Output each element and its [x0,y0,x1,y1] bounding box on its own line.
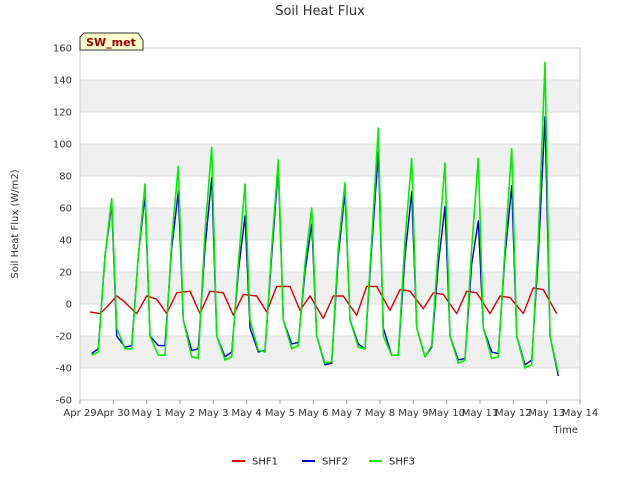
band-9 [80,80,580,112]
x-tick-label: May 5 [265,408,295,419]
x-tick-label: May 4 [232,408,262,419]
y-tick-label: 160 [53,44,72,55]
x-tick-label: May 2 [165,408,195,419]
legend: SHF1 SHF2 SHF3 [232,457,415,468]
y-tick-label: 100 [53,140,72,151]
x-tick-label: May 7 [332,408,362,419]
y-axis-label: Soil Heat Flux (W/m2) [10,169,21,278]
legend-label: SHF2 [322,457,348,468]
y-tick-label: -20 [56,332,72,343]
y-tick-label: 60 [59,204,72,215]
chart-title: Soil Heat Flux [275,4,365,19]
y-axis: -60 -40 -20 0 20 40 60 80 100 120 140 160 [53,44,72,407]
y-tick-label: 80 [59,172,72,183]
y-tick-label: -60 [56,396,72,407]
band-7 [80,144,580,176]
x-tick-label: Apr 29 [63,408,96,419]
legend-label: SHF1 [252,457,278,468]
x-tick-label: May 10 [428,408,465,419]
soil-heat-flux-chart: -60 -40 -20 0 20 40 60 80 100 120 140 160 Apr 29 Apr… [10,4,598,468]
legend-item-shf2: SHF2 [302,457,348,468]
y-tick-label: -40 [56,364,72,375]
y-tick-label: 140 [53,76,72,87]
legend-item-shf1: SHF1 [232,457,278,468]
x-tick-label: May 14 [562,408,599,419]
background-bands [80,80,580,368]
site-badge-label: SW_met [86,36,136,49]
x-tick-label: May 1 [132,408,162,419]
y-tick-label: 20 [59,268,72,279]
x-axis-label: Time [553,425,578,436]
site-badge: SW_met [79,32,144,51]
x-tick-label: May 6 [298,408,328,419]
y-tick-label: 0 [66,300,72,311]
legend-label: SHF3 [389,457,415,468]
x-axis: Apr 29 Apr 30 May 1 May 2 May 3 May 4 May 5 May… [63,400,598,419]
y-tick-label: 40 [59,236,72,247]
x-tick-label: May 8 [365,408,395,419]
x-tick-label: May 13 [528,408,565,419]
band-5 [80,208,580,240]
legend-item-shf3: SHF3 [369,457,415,468]
x-tick-label: May 12 [495,408,532,419]
y-tick-label: 120 [53,108,72,119]
x-tick-label: May 11 [462,408,499,419]
x-tick-label: May 9 [398,408,428,419]
x-tick-label: May 3 [198,408,228,419]
x-tick-label: Apr 30 [97,408,130,419]
